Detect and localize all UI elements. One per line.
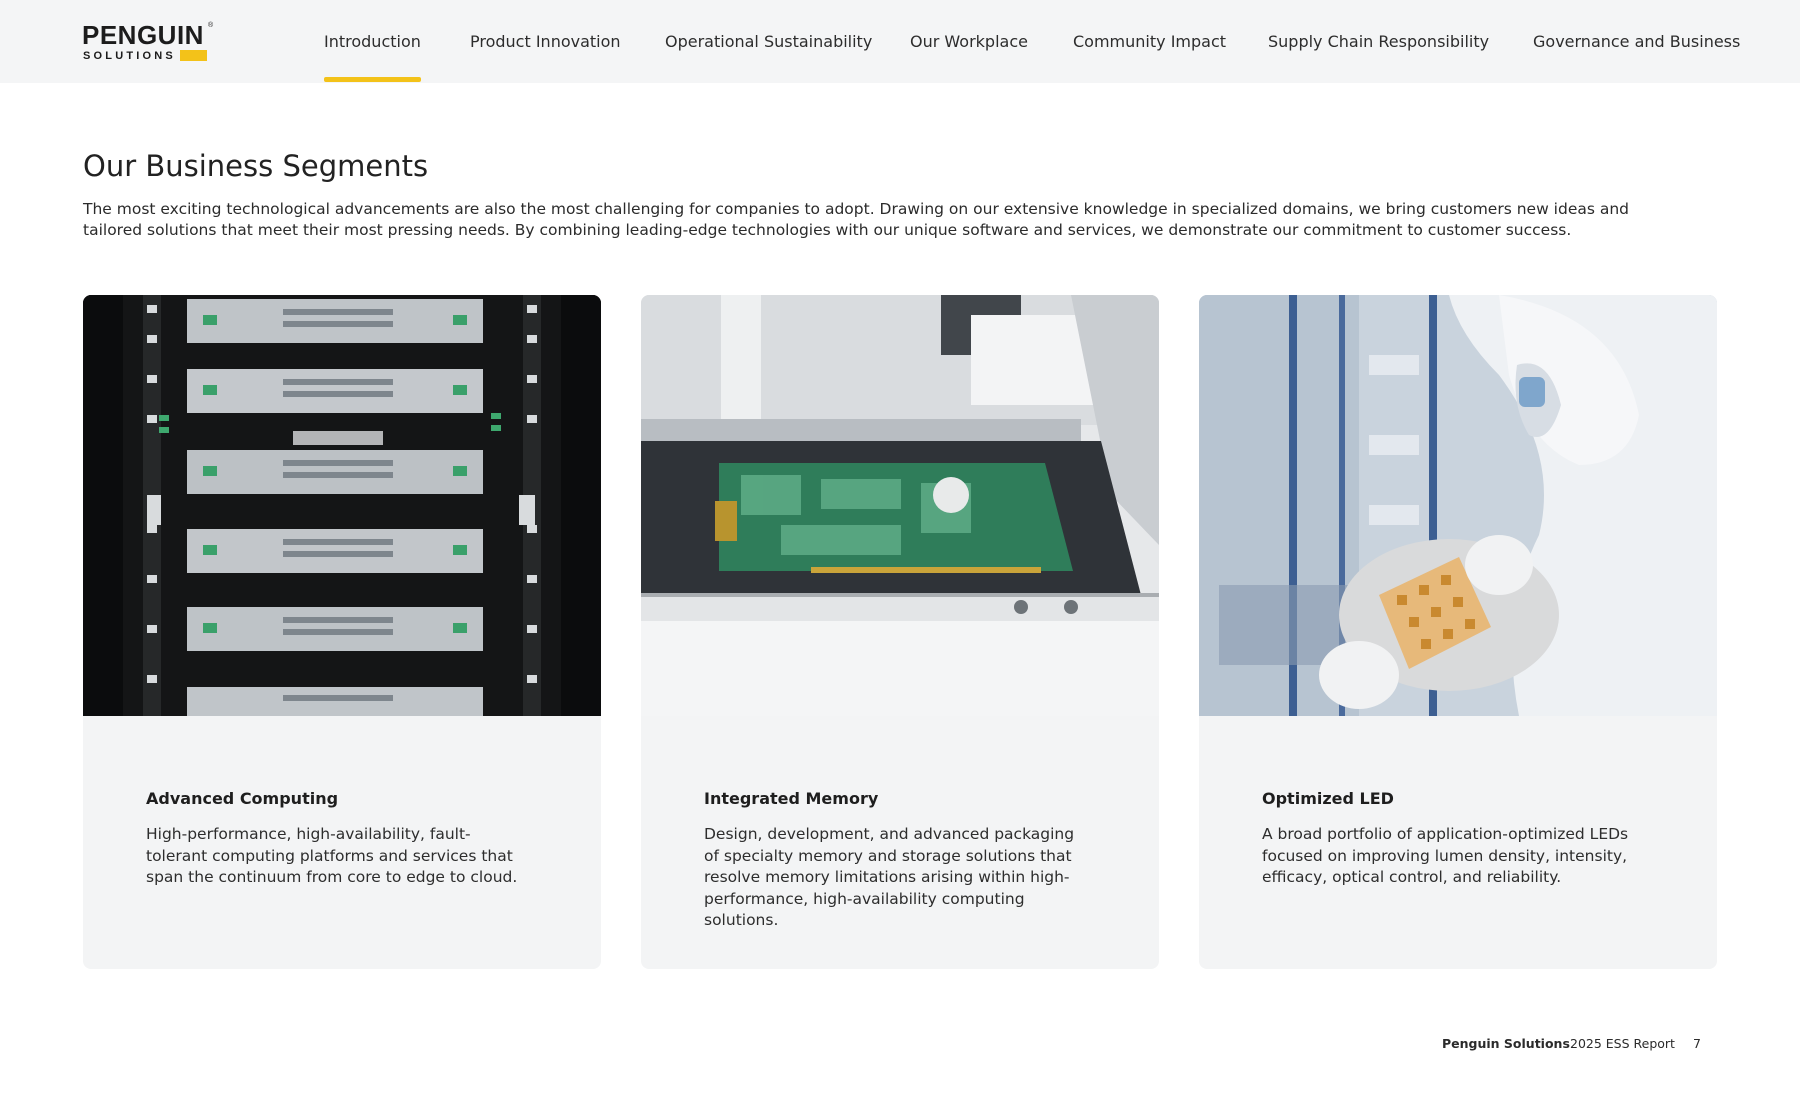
page-title: Our Business Segments bbox=[83, 149, 429, 183]
intro-paragraph: The most exciting technological advancem… bbox=[83, 200, 1630, 239]
card-description: A broad portfolio of application-optimiz… bbox=[1262, 825, 1629, 886]
card-title: Integrated Memory bbox=[704, 789, 879, 808]
segment-card-advanced-computing: Advanced Computing High-performance, hig… bbox=[83, 295, 601, 969]
top-navigation-bar: PENGUIN ® SOLUTIONS Introduction Product… bbox=[0, 0, 1800, 83]
nav-governance-and-business[interactable]: Governance and Business bbox=[1533, 32, 1740, 52]
nav-community-impact[interactable]: Community Impact bbox=[1073, 32, 1226, 52]
main-nav: Introduction Product Innovation Operatio… bbox=[0, 0, 1800, 83]
active-tab-indicator bbox=[324, 77, 421, 82]
footer-report-name: 2025 ESS Report bbox=[1570, 1036, 1675, 1051]
nav-our-workplace[interactable]: Our Workplace bbox=[910, 32, 1028, 52]
memory-circuit-board-photo bbox=[641, 295, 1159, 716]
cleanroom-led-wafer-photo bbox=[1199, 295, 1717, 716]
card-title: Advanced Computing bbox=[146, 789, 339, 808]
nav-operational-sustainability[interactable]: Operational Sustainability bbox=[665, 32, 872, 52]
nav-supply-chain-responsibility[interactable]: Supply Chain Responsibility bbox=[1268, 32, 1489, 52]
nav-product-innovation[interactable]: Product Innovation bbox=[470, 32, 621, 52]
card-description: High-performance, high-availability, fau… bbox=[146, 825, 518, 886]
page-number: 7 bbox=[1693, 1036, 1701, 1051]
segment-card-optimized-led: Optimized LED A broad portfolio of appli… bbox=[1199, 295, 1717, 969]
card-title: Optimized LED bbox=[1262, 789, 1394, 808]
segment-card-integrated-memory: Integrated Memory Design, development, a… bbox=[641, 295, 1159, 969]
card-description: Design, development, and advanced packag… bbox=[704, 825, 1075, 929]
server-rack-photo bbox=[83, 295, 601, 716]
nav-introduction[interactable]: Introduction bbox=[324, 32, 421, 52]
footer-brand: Penguin Solutions bbox=[1442, 1036, 1570, 1051]
